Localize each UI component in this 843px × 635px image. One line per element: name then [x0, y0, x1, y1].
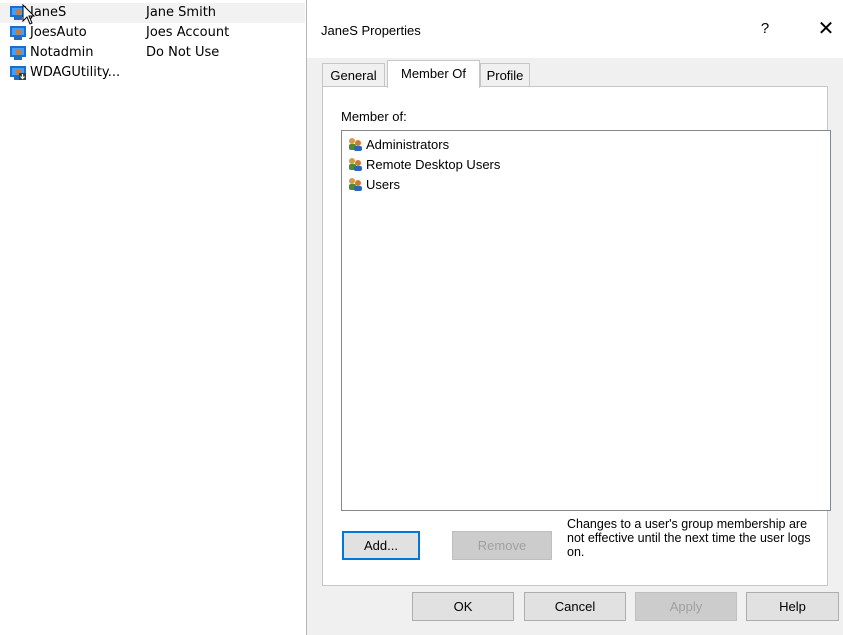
dialog-titlebar[interactable]: JaneS Properties ? ✕ — [307, 0, 843, 58]
help-button[interactable]: Help — [746, 592, 839, 621]
group-name: Administrators — [366, 136, 450, 152]
user-icon — [10, 26, 26, 40]
member-of-label: Member of: — [341, 109, 407, 124]
tab-member-of[interactable]: Member Of — [387, 60, 480, 88]
add-button[interactable]: Add... — [342, 531, 420, 560]
dialog-title: JaneS Properties — [321, 23, 421, 38]
user-row-janes[interactable]: JaneS Jane Smith — [0, 3, 305, 23]
users-list: JaneS Jane Smith JoesAuto Joes Account N… — [0, 0, 305, 635]
group-list[interactable]: Administrators Remote Desktop Users User… — [341, 130, 831, 511]
group-icon — [349, 178, 362, 191]
list-item[interactable]: Remote Desktop Users — [347, 155, 500, 173]
user-row-joesauto[interactable]: JoesAuto Joes Account — [0, 23, 305, 43]
membership-note: Changes to a user's group membership are… — [567, 517, 811, 559]
cancel-button[interactable]: Cancel — [524, 592, 626, 621]
group-icon — [349, 138, 362, 151]
remove-button[interactable]: Remove — [452, 531, 552, 560]
help-title-button[interactable]: ? — [758, 20, 772, 38]
properties-dialog: JaneS Properties ? ✕ General Member Of P… — [306, 0, 843, 635]
user-full-name: Jane Smith — [146, 5, 217, 20]
list-item[interactable]: Administrators — [347, 135, 449, 153]
group-name: Remote Desktop Users — [366, 156, 501, 172]
user-icon — [10, 66, 26, 80]
mouse-pointer-icon — [22, 4, 36, 25]
user-row-wdagutility[interactable]: WDAGUtility... — [0, 63, 305, 83]
ok-button[interactable]: OK — [412, 592, 514, 621]
tab-profile[interactable]: Profile — [480, 63, 530, 86]
user-name: WDAGUtility... — [30, 65, 121, 80]
close-button[interactable]: ✕ — [815, 18, 837, 40]
apply-button[interactable]: Apply — [635, 592, 737, 621]
user-row-notadmin[interactable]: Notadmin Do Not Use — [0, 43, 305, 63]
user-icon — [10, 46, 26, 60]
tab-general[interactable]: General — [322, 63, 385, 86]
member-of-panel: Member of: Administrators Remote Desktop… — [322, 86, 831, 586]
user-name: JoesAuto — [30, 25, 87, 40]
user-full-name: Do Not Use — [146, 45, 220, 60]
user-name: Notadmin — [30, 45, 94, 60]
group-icon — [349, 158, 362, 171]
group-name: Users — [366, 176, 400, 192]
list-item[interactable]: Users — [347, 175, 400, 193]
user-full-name: Joes Account — [146, 25, 230, 40]
